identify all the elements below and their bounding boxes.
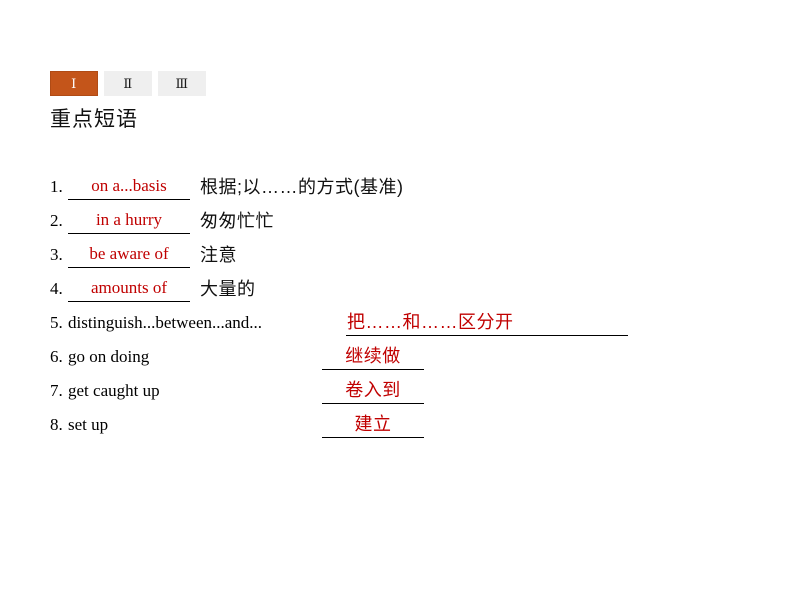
phrase-list: 1. on a...basis 根据;以……的方式(基准) 2. in a hu… bbox=[50, 172, 750, 444]
item-number: 4. bbox=[50, 279, 63, 298]
answer-blank[interactable]: 继续做 bbox=[322, 344, 424, 370]
tab-3[interactable]: Ⅲ bbox=[158, 71, 206, 96]
answer-blank[interactable]: 卷入到 bbox=[322, 378, 424, 404]
list-item: 2. in a hurry 匆匆忙忙 bbox=[50, 206, 750, 240]
answer-blank[interactable]: amounts of bbox=[68, 276, 190, 302]
answer-text: be aware of bbox=[89, 244, 169, 263]
answer-text: 卷入到 bbox=[345, 380, 401, 400]
answer-text: on a...basis bbox=[91, 176, 167, 195]
list-item: 3. be aware of 注意 bbox=[50, 240, 750, 274]
answer-blank[interactable]: 建立 bbox=[322, 412, 424, 438]
tab-2-label: Ⅱ bbox=[123, 76, 133, 91]
answer-blank[interactable]: in a hurry bbox=[68, 208, 190, 234]
answer-text: 把……和……区分开 bbox=[347, 312, 514, 332]
tab-2[interactable]: Ⅱ bbox=[104, 71, 152, 96]
meaning-text: 大量的 bbox=[200, 279, 256, 299]
list-item: 8. set up 建立 bbox=[50, 410, 750, 444]
tab-1-label: Ⅰ bbox=[71, 76, 77, 91]
answer-blank[interactable]: on a...basis bbox=[68, 174, 190, 200]
answer-blank[interactable]: 把……和……区分开 bbox=[346, 310, 628, 336]
item-number: 2. bbox=[50, 211, 63, 230]
item-number: 3. bbox=[50, 245, 63, 264]
list-item: 1. on a...basis 根据;以……的方式(基准) bbox=[50, 172, 750, 206]
answer-blank[interactable]: be aware of bbox=[68, 242, 190, 268]
tab-3-label: Ⅲ bbox=[175, 76, 189, 91]
item-number: 6. bbox=[50, 347, 63, 366]
item-number: 5. bbox=[50, 313, 63, 332]
tab-1[interactable]: Ⅰ bbox=[50, 71, 98, 96]
item-number: 7. bbox=[50, 381, 63, 400]
answer-text: in a hurry bbox=[95, 210, 163, 229]
item-number: 1. bbox=[50, 177, 63, 196]
phrase-text: set up bbox=[68, 415, 109, 434]
phrase-text: get caught up bbox=[68, 381, 160, 400]
meaning-text: 注意 bbox=[200, 245, 237, 265]
phrase-text: distinguish...between...and... bbox=[68, 313, 263, 332]
answer-text: 建立 bbox=[354, 414, 392, 434]
page-title: 重点短语 bbox=[50, 108, 138, 131]
list-item: 4. amounts of 大量的 bbox=[50, 274, 750, 308]
list-item: 5. distinguish...between...and... 把……和……… bbox=[50, 308, 750, 342]
answer-text: 继续做 bbox=[345, 346, 401, 366]
answer-text: amounts of bbox=[90, 278, 168, 297]
meaning-text: 根据;以……的方式(基准) bbox=[200, 177, 404, 197]
list-item: 7. get caught up 卷入到 bbox=[50, 376, 750, 410]
meaning-text: 匆匆忙忙 bbox=[200, 211, 274, 231]
list-item: 6. go on doing 继续做 bbox=[50, 342, 750, 376]
phrase-text: go on doing bbox=[68, 347, 150, 366]
item-number: 8. bbox=[50, 415, 63, 434]
tab-bar: Ⅰ Ⅱ Ⅲ bbox=[50, 71, 206, 96]
